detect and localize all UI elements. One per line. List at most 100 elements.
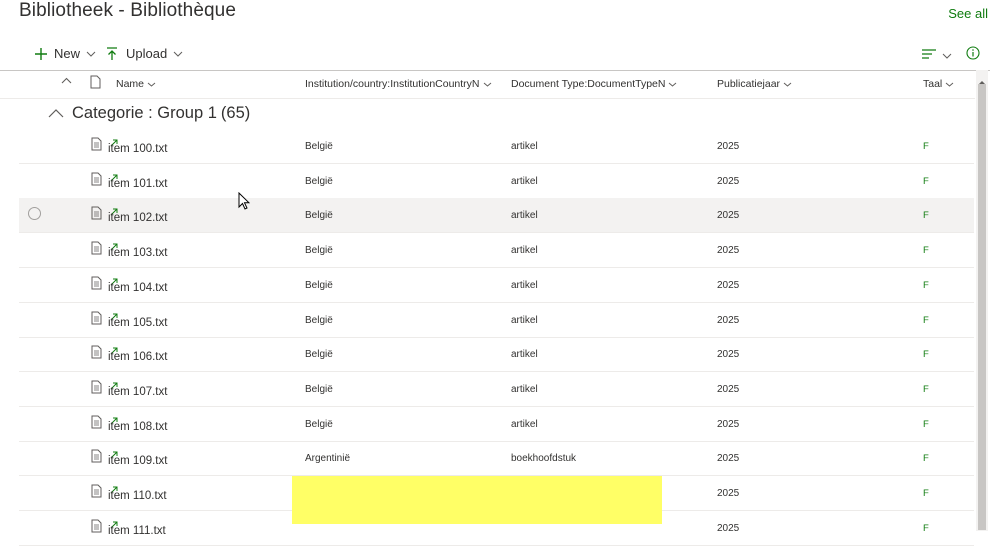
scrollbar-thumb[interactable] (978, 84, 986, 530)
file-name-cell[interactable]: item 108.txt (91, 415, 167, 434)
institution-cell: België (305, 419, 333, 430)
chevron-down-icon (668, 78, 677, 90)
file-name-cell[interactable]: item 103.txt (91, 241, 167, 260)
doctype-cell: artikel (511, 245, 538, 256)
doctype-cell: boekhoofdstuk (511, 453, 577, 464)
year-cell: 2025 (717, 349, 740, 360)
taal-cell: F (923, 523, 929, 534)
table-row[interactable]: item 108.txt België artikel 2025 F (19, 407, 974, 442)
collapse-all-button[interactable] (61, 77, 72, 84)
see-all-link[interactable]: See all (948, 6, 988, 21)
table-row[interactable]: item 109.txt Argentinië boekhoofdstuk 2025 F (19, 441, 974, 476)
upload-label: Upload (126, 46, 168, 61)
chevron-down-icon (942, 46, 952, 64)
chevron-down-icon (147, 78, 156, 90)
file-type-icon[interactable] (90, 75, 101, 89)
file-name-cell[interactable]: item 109.txt (91, 449, 167, 468)
vertical-scrollbar[interactable] (976, 70, 988, 531)
table-row[interactable]: item 106.txt België artikel 2025 F (19, 337, 974, 372)
file-name-cell[interactable]: item 111.txt (91, 519, 166, 538)
new-button[interactable]: New (34, 46, 96, 61)
chevron-up-icon (48, 104, 64, 123)
file-name[interactable]: item 107.txt (108, 386, 167, 398)
chevron-down-icon (173, 51, 183, 57)
file-name-cell[interactable]: item 100.txt (91, 137, 167, 156)
upload-icon (106, 46, 118, 61)
column-header-year[interactable]: Publicatiejaar (717, 78, 792, 90)
document-icon (91, 484, 102, 503)
column-header-name[interactable]: Name (116, 78, 156, 90)
file-name-cell[interactable]: item 105.txt (91, 311, 167, 330)
table-row[interactable]: item 105.txt België artikel 2025 F (19, 303, 974, 338)
institution-cell: België (305, 141, 333, 152)
info-button[interactable] (966, 46, 980, 65)
file-name[interactable]: item 104.txt (108, 282, 167, 294)
year-cell: 2025 (717, 210, 740, 221)
institution-cell: België (305, 210, 333, 221)
file-name[interactable]: item 103.txt (108, 247, 167, 259)
upload-button[interactable]: Upload (106, 46, 183, 61)
document-icon (91, 206, 102, 225)
group-label: Categorie : Group 1 (72, 104, 217, 122)
column-year-label: Publicatiejaar (717, 78, 781, 90)
file-name[interactable]: item 106.txt (108, 351, 167, 363)
doctype-cell: artikel (511, 141, 538, 152)
institution-cell: België (305, 280, 333, 291)
list-view-icon (922, 46, 936, 64)
doctype-cell: artikel (511, 176, 538, 187)
file-name[interactable]: item 110.txt (108, 490, 167, 502)
file-name-cell[interactable]: item 106.txt (91, 345, 167, 364)
table-row[interactable]: item 101.txt België artikel 2025 F (19, 164, 974, 199)
column-header-taal[interactable]: Taal (923, 78, 954, 90)
file-name[interactable]: item 105.txt (108, 317, 167, 329)
doctype-cell: artikel (511, 384, 538, 395)
table-row[interactable]: item 102.txt België artikel 2025 F (19, 198, 974, 233)
file-name-cell[interactable]: item 110.txt (91, 484, 167, 503)
table-row[interactable]: item 104.txt België artikel 2025 F (19, 268, 974, 303)
command-bar: New Upload (0, 38, 990, 71)
chevron-down-icon (945, 78, 954, 90)
info-icon (966, 46, 980, 65)
plus-icon (34, 47, 48, 61)
file-name-cell[interactable]: item 102.txt (91, 206, 167, 225)
doctype-cell: artikel (511, 419, 538, 430)
file-name-cell[interactable]: item 104.txt (91, 276, 167, 295)
view-options-button[interactable] (922, 46, 952, 64)
file-name[interactable]: item 102.txt (108, 212, 167, 224)
file-name[interactable]: item 108.txt (108, 421, 167, 433)
column-header-institution[interactable]: Institution/country:InstitutionCountryN (305, 78, 492, 90)
column-name-label: Name (116, 78, 145, 90)
taal-cell: F (923, 245, 929, 256)
year-cell: 2025 (717, 453, 740, 464)
taal-cell: F (923, 315, 929, 326)
year-cell: 2025 (717, 419, 740, 430)
row-select-radio[interactable] (28, 207, 41, 220)
taal-cell: F (923, 453, 929, 464)
institution-cell: België (305, 315, 333, 326)
table-row[interactable]: item 107.txt België artikel 2025 F (19, 372, 974, 407)
file-name[interactable]: item 101.txt (108, 178, 167, 190)
doctype-cell: artikel (511, 280, 538, 291)
file-name-cell[interactable]: item 101.txt (91, 172, 167, 191)
table-row[interactable]: item 100.txt België artikel 2025 F (19, 129, 974, 164)
institution-cell: België (305, 245, 333, 256)
chevron-down-icon (86, 51, 96, 57)
taal-cell: F (923, 210, 929, 221)
column-header-row: Name Institution/country:InstitutionCoun… (0, 70, 975, 99)
table-row[interactable]: item 103.txt België artikel 2025 F (19, 233, 974, 268)
column-header-doctype[interactable]: Document Type:DocumentTypeN (511, 78, 677, 90)
document-icon (91, 311, 102, 330)
year-cell: 2025 (717, 384, 740, 395)
doctype-cell: artikel (511, 349, 538, 360)
chevron-down-icon (483, 78, 492, 90)
group-header[interactable]: Categorie : Group 1 (65) (48, 104, 250, 123)
file-name[interactable]: item 109.txt (108, 455, 167, 467)
taal-cell: F (923, 176, 929, 187)
file-name-cell[interactable]: item 107.txt (91, 380, 167, 399)
document-icon (91, 137, 102, 156)
group-count: (65) (220, 104, 251, 122)
taal-cell: F (923, 488, 929, 499)
year-cell: 2025 (717, 176, 740, 187)
file-name[interactable]: item 100.txt (108, 143, 167, 155)
institution-cell: Argentinië (305, 453, 351, 464)
